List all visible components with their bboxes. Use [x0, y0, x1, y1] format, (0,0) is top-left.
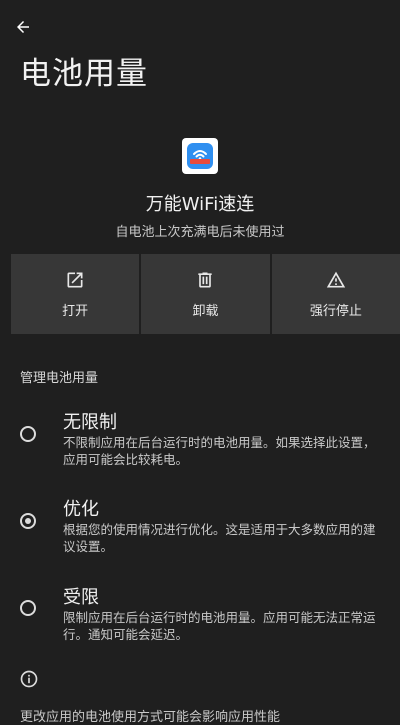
back-button[interactable] — [10, 14, 36, 40]
option-description: 限制应用在后台运行时的电池用量。应用可能无法正常运行。通知可能会延迟。 — [63, 610, 376, 642]
app-action-bar: 打开 卸载 强行停止 — [11, 254, 400, 334]
open-label: 打开 — [62, 303, 89, 319]
open-button[interactable]: 打开 — [11, 254, 140, 334]
radio-optimized[interactable] — [20, 513, 36, 529]
radio-restricted[interactable] — [20, 600, 36, 616]
trash-icon — [198, 272, 213, 287]
radio-unrestricted[interactable] — [20, 426, 36, 442]
uninstall-label: 卸载 — [192, 303, 219, 319]
app-name: 万能WiFi速连 — [145, 194, 255, 215]
warning-icon — [326, 271, 345, 287]
battery-usage-summary: 自电池上次充满电后未使用过 — [115, 225, 285, 240]
open-external-icon — [67, 272, 83, 287]
app-info: 万能WiFi速连 自电池上次充满电后未使用过 — [0, 138, 400, 240]
uninstall-button[interactable]: 卸载 — [141, 254, 270, 334]
force-stop-label: 强行停止 — [309, 303, 362, 319]
option-restricted[interactable]: 受限 限制应用在后台运行时的电池用量。应用可能无法正常运行。通知可能会延迟。 — [0, 583, 400, 643]
wifi-app-icon — [182, 138, 218, 174]
option-description: 不限制应用在后台运行时的电池用量。如果选择此设置，应用可能会比较耗电。 — [63, 435, 376, 467]
option-description: 根据您的使用情况进行优化。这是适用于大多数应用的建议设置。 — [63, 522, 376, 554]
section-title: 管理电池用量 — [20, 371, 99, 386]
arrow-left-icon — [17, 21, 29, 33]
footer-note: 更改应用的电池使用方式可能会影响应用性能 — [20, 710, 281, 725]
info-icon — [20, 670, 38, 688]
option-title: 无限制 — [63, 412, 117, 433]
force-stop-button[interactable]: 强行停止 — [271, 254, 400, 334]
page-title: 电池用量 — [20, 56, 148, 92]
option-optimized[interactable]: 优化 根据您的使用情况进行优化。这是适用于大多数应用的建议设置。 — [0, 495, 400, 555]
option-unrestricted[interactable]: 无限制 不限制应用在后台运行时的电池用量。如果选择此设置，应用可能会比较耗电。 — [0, 408, 400, 468]
option-title: 受限 — [63, 587, 99, 608]
option-title: 优化 — [63, 499, 99, 520]
